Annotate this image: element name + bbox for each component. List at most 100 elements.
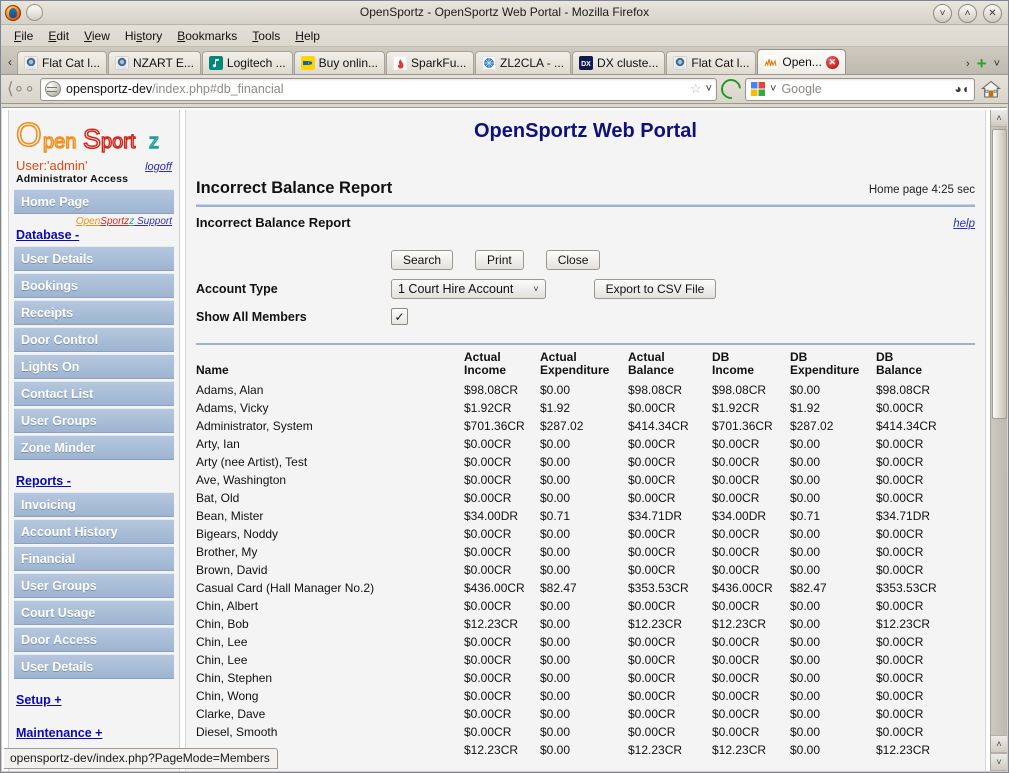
url-dropdown-icon[interactable]: ˅ xyxy=(706,83,712,95)
sidebar-item-invoicing[interactable]: Invoicing xyxy=(14,492,174,517)
sidebar-item-bookings[interactable]: Bookings xyxy=(14,273,174,298)
table-row[interactable]: Chin, Bob $12.23CR $0.00 $12.23CR $12.23CR $0… xyxy=(196,615,975,633)
back-forward-icon[interactable]: ⟨∘∘ xyxy=(6,78,36,100)
opensportz-support-link[interactable]: OpenSportzz Support xyxy=(14,216,172,227)
tab-close-icon[interactable]: ✕ xyxy=(825,55,839,69)
scrollbar-thumb[interactable] xyxy=(992,129,1007,419)
tab-flat-cat-2[interactable]: Flat Cat l... xyxy=(666,51,757,74)
help-link[interactable]: help xyxy=(953,218,975,230)
sidebar-section-database[interactable]: Database - xyxy=(16,228,174,242)
table-row[interactable]: Brown, David $0.00CR $0.00 $0.00CR $0.00CR $0… xyxy=(196,561,975,579)
sidebar-item-user-groups[interactable]: User Groups xyxy=(14,408,174,433)
table-row[interactable]: Chin, Stephen $0.00CR $0.00 $0.00CR $0.00CR $… xyxy=(196,669,975,687)
tab-scroll-left-icon[interactable]: ‹ xyxy=(3,49,17,74)
chevron-down-icon: ˅ xyxy=(533,284,539,294)
tab-sparkfun[interactable]: SparkFu... xyxy=(386,51,475,74)
cell-value: $0.71 xyxy=(790,509,821,523)
export-csv-button[interactable]: Export to CSV File xyxy=(593,279,717,299)
scrollbar-track[interactable] xyxy=(991,127,1007,735)
table-row[interactable]: Chin, Lee $0.00CR $0.00 $0.00CR $0.00CR $0.00… xyxy=(196,651,975,669)
sidebar-item-lights-on[interactable]: Lights On xyxy=(14,354,174,379)
sidebar-item-receipts[interactable]: Receipts xyxy=(14,300,174,325)
tab-logitech[interactable]: Logitech ... xyxy=(201,51,293,74)
bookmark-star-icon[interactable]: ☆ xyxy=(690,81,702,97)
sidebar-item-contact-list[interactable]: Contact List xyxy=(14,381,174,406)
table-row[interactable]: Arty, Ian $0.00CR $0.00 $0.00CR $0.00CR $0.00… xyxy=(196,435,975,453)
search-bar[interactable]: ˅ Google ◕◖ xyxy=(745,77,975,101)
table-row[interactable]: Chin, Wong $0.00CR $0.00 $0.00CR $0.00CR $0.0… xyxy=(196,687,975,705)
search-engine-dropdown-icon[interactable]: ˅ xyxy=(770,83,776,95)
tab-dx-cluster[interactable]: DX DX cluste... xyxy=(572,51,666,74)
table-row[interactable]: Arty (nee Artist), Test $0.00CR $0.00 $0.00… xyxy=(196,453,975,471)
sidebar-item-financial[interactable]: Financial xyxy=(14,546,174,571)
table-row[interactable]: Chin, Albert $0.00CR $0.00 $0.00CR $0.00CR $0… xyxy=(196,597,975,615)
minimize-button[interactable]: ˅ xyxy=(933,4,952,23)
table-row[interactable]: Administrator, System $701.36CR $287.02 $41… xyxy=(196,417,975,435)
tab-scroll-right-icon[interactable]: › xyxy=(966,58,970,70)
tab-buy-online[interactable]: Buy onlin... xyxy=(293,51,386,74)
sidebar-section-reports[interactable]: Reports - xyxy=(16,474,174,488)
table-row[interactable]: Diesel, Smooth $0.00CR $0.00 $0.00CR $0.00CR… xyxy=(196,723,975,741)
tab-opensportz-active[interactable]: Open... ✕ xyxy=(757,49,846,74)
table-row[interactable]: Bigears, Noddy $0.00CR $0.00 $0.00CR $0.00CR… xyxy=(196,525,975,543)
table-row[interactable]: Brother, My $0.00CR $0.00 $0.00CR $0.00CR $0.… xyxy=(196,543,975,561)
search-button[interactable]: Search xyxy=(391,250,454,270)
table-row[interactable]: Casual Card (Hall Manager No.2) $436.00CR… xyxy=(196,579,975,597)
maximize-button[interactable]: ˄ xyxy=(958,4,977,23)
binoculars-icon[interactable]: ◕◖ xyxy=(955,82,970,96)
close-report-button[interactable]: Close xyxy=(545,250,601,270)
tab-zl2cla[interactable]: ZL2CLA - ... xyxy=(475,51,572,74)
list-all-tabs-icon[interactable]: ˅ xyxy=(994,58,1000,70)
cell-value: $12.23CR xyxy=(628,743,683,757)
cell-value: $353.53CR xyxy=(876,581,937,595)
menu-edit[interactable]: Edit xyxy=(41,27,76,45)
tab-flat-cat-1[interactable]: Flat Cat l... xyxy=(17,51,108,74)
menu-file[interactable]: File xyxy=(7,27,40,45)
table-row[interactable]: Adams, Alan $98.08CR $0.00 $98.08CR $98.08CR… xyxy=(196,381,975,399)
table-row[interactable]: Clarke, Dave $0.00CR $0.00 $0.00CR $0.00CR $0… xyxy=(196,705,975,723)
sidebar-section-maintenance[interactable]: Maintenance + xyxy=(16,726,174,740)
menu-bookmarks[interactable]: Bookmarks xyxy=(170,27,244,45)
table-row[interactable]: Ave, Washington $0.00CR $0.00 $0.00CR $0.00C… xyxy=(196,471,975,489)
print-button[interactable]: Print xyxy=(475,250,524,270)
table-row[interactable]: $12.23CR $0.00 $12.23CR $12.23CR $0.00 $12.23… xyxy=(196,741,975,759)
table-row[interactable]: Chin, Lee $0.00CR $0.00 $0.00CR $0.00CR $0.00… xyxy=(196,633,975,651)
sidebar-item-report-user-details[interactable]: User Details xyxy=(14,654,174,679)
tab-nzart[interactable]: NZART E... xyxy=(108,51,201,74)
sidebar-item-account-history[interactable]: Account History xyxy=(14,519,174,544)
menu-tools[interactable]: Tools xyxy=(245,27,287,45)
sidebar-item-user-details[interactable]: User Details xyxy=(14,246,174,271)
scroll-down-arrow-upper[interactable]: ˄ xyxy=(991,735,1007,753)
table-row[interactable]: Adams, Vicky $1.92CR $1.92 $0.00CR $1.92CR $1… xyxy=(196,399,975,417)
show-all-members-checkbox[interactable]: ✓ xyxy=(391,308,408,325)
close-button[interactable]: ✕ xyxy=(983,4,1002,23)
page-scrollbar[interactable]: ˄ ˄ ˅ xyxy=(990,110,1007,771)
account-type-select[interactable]: 1 Court Hire Account ˅ xyxy=(391,279,546,299)
menu-history[interactable]: History xyxy=(118,27,169,45)
table-row[interactable]: Bat, Old $0.00CR $0.00 $0.00CR $0.00CR $0.00 $… xyxy=(196,489,975,507)
sidebar-item-report-user-groups[interactable]: User Groups xyxy=(14,573,174,598)
menu-view[interactable]: View xyxy=(77,27,117,45)
table-row[interactable]: Bean, Mister $34.00DR $0.71 $34.71DR $34.00D… xyxy=(196,507,975,525)
sidebar-item-home-page[interactable]: Home Page xyxy=(14,189,174,214)
svg-text:DX: DX xyxy=(581,61,591,68)
scroll-up-arrow[interactable]: ˄ xyxy=(991,110,1007,127)
cell-value: $0.00CR xyxy=(464,491,512,505)
new-tab-icon[interactable]: + xyxy=(977,55,987,72)
home-button[interactable] xyxy=(979,80,1003,99)
scroll-down-arrow[interactable]: ˅ xyxy=(991,753,1007,771)
logoff-link[interactable]: logoff xyxy=(145,161,172,173)
sidebar-section-setup[interactable]: Setup + xyxy=(16,693,174,707)
reload-icon[interactable] xyxy=(716,74,746,104)
menu-help[interactable]: Help xyxy=(288,27,327,45)
sidebar-item-court-usage[interactable]: Court Usage xyxy=(14,600,174,625)
sidebar-item-zone-minder[interactable]: Zone Minder xyxy=(14,435,174,460)
cell-value: $1.92CR xyxy=(712,401,760,415)
sidebar-item-door-control[interactable]: Door Control xyxy=(14,327,174,352)
url-bar[interactable]: opensportz-dev/index.php#db_financial ☆ … xyxy=(40,77,717,101)
search-input[interactable]: Google xyxy=(781,82,949,96)
window-menu-icon[interactable] xyxy=(26,4,43,21)
support-sport: Sportz xyxy=(100,216,130,227)
opensportz-icon xyxy=(764,55,779,69)
sidebar-item-door-access[interactable]: Door Access xyxy=(14,627,174,652)
